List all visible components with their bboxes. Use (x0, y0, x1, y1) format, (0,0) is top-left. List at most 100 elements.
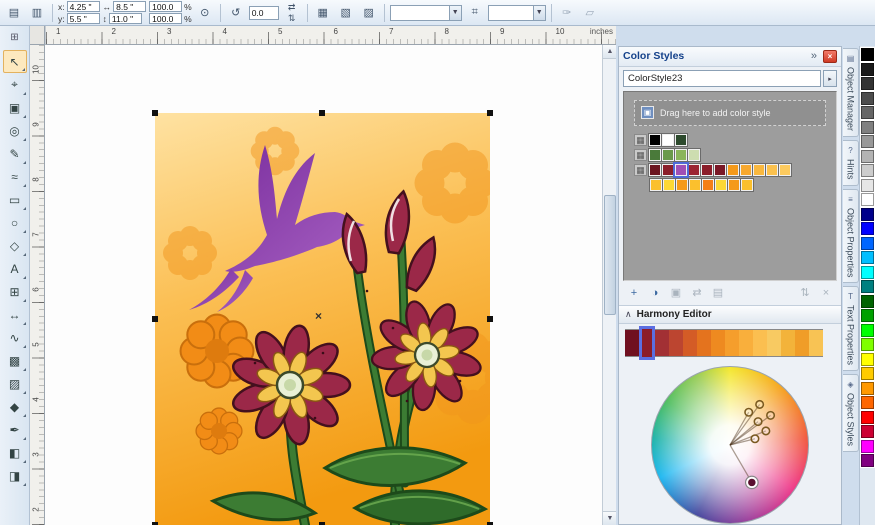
harmony-strip-swatch[interactable] (655, 329, 669, 358)
color-swatch[interactable] (688, 178, 702, 193)
tool-rectangle[interactable]: ▭ (3, 188, 27, 211)
palette-swatch[interactable] (861, 410, 874, 424)
tool-polygon[interactable]: ◇ (3, 234, 27, 257)
palette-swatch[interactable] (861, 425, 874, 438)
palette-swatch[interactable] (861, 236, 874, 250)
group-icon[interactable]: ▨ (359, 3, 379, 23)
harmony-strip-swatch[interactable] (809, 329, 823, 358)
color-swatch[interactable] (726, 163, 740, 178)
color-swatch[interactable] (714, 178, 728, 193)
color-swatch[interactable] (765, 163, 779, 178)
palette-swatch[interactable] (861, 120, 874, 134)
tool-pick[interactable]: ↖ (2, 50, 27, 73)
harmony-strip-swatch[interactable] (753, 329, 767, 358)
palette-swatch[interactable] (861, 323, 874, 337)
units-dropdown[interactable]: ▼ (389, 4, 462, 21)
harmony-strip-swatch[interactable] (697, 329, 711, 358)
palette-swatch[interactable] (861, 106, 874, 119)
x-position-field[interactable]: 4.25 " (66, 1, 100, 12)
palette-swatch[interactable] (861, 367, 874, 380)
drop-zone[interactable]: ▣ Drag here to add color style (634, 99, 826, 126)
harmony-strip-swatch[interactable] (781, 329, 795, 358)
color-swatch[interactable] (674, 148, 688, 163)
order-icon[interactable]: ▧ (336, 3, 356, 23)
palette-swatch[interactable] (861, 178, 874, 192)
palette-swatch[interactable] (861, 338, 874, 351)
grid-setup-icon[interactable]: ⊞ (4, 28, 26, 47)
palette-swatch[interactable] (861, 352, 874, 366)
tool-zoom[interactable]: ◎ (3, 119, 27, 142)
palette-swatch[interactable] (861, 77, 874, 90)
color-swatch[interactable] (675, 178, 689, 193)
color-swatch[interactable] (648, 148, 662, 163)
selection-handle[interactable] (319, 110, 325, 116)
color-swatch[interactable] (673, 162, 689, 179)
folder-icon[interactable]: ▦ (634, 149, 647, 162)
color-swatch[interactable] (648, 133, 662, 148)
color-swatch[interactable] (778, 163, 792, 178)
rotation-angle-field[interactable]: 0.0 (248, 5, 279, 20)
scale-v-field[interactable]: 100.0 (149, 13, 183, 24)
harmony-strip-swatch[interactable] (669, 329, 683, 358)
tool-drop-shadow[interactable]: ▩ (3, 349, 27, 372)
color-swatch[interactable] (661, 163, 675, 178)
palette-swatch[interactable] (861, 222, 874, 235)
horizontal-ruler[interactable]: inches 1 2 3 4 5 6 7 8 9 10 (45, 26, 616, 45)
harmony-strip-swatch[interactable] (739, 329, 753, 358)
color-swatch[interactable] (727, 178, 741, 193)
page-options-icon[interactable]: ▥ (27, 3, 47, 23)
canvas[interactable]: × ▲ ▼ (45, 45, 616, 525)
tool-artistic-media[interactable]: ≈ (3, 165, 27, 188)
palette-swatch[interactable] (861, 251, 874, 264)
wheel-selector-dot[interactable] (753, 417, 763, 427)
palette-swatch[interactable] (861, 454, 874, 467)
harmony-strip-swatch[interactable] (639, 326, 655, 361)
palette-swatch[interactable] (861, 62, 874, 76)
canvas-scrollbar[interactable]: ▲ ▼ (602, 45, 616, 525)
selection-center-mark[interactable]: × (315, 309, 322, 323)
wheel-selector-dot[interactable] (755, 399, 765, 409)
color-swatch[interactable] (700, 163, 714, 178)
snap-to-dropdown[interactable]: ▼ (487, 4, 546, 21)
selection-handle[interactable] (152, 316, 158, 322)
snap-icon[interactable]: ⌗ (465, 3, 485, 23)
color-swatch[interactable] (661, 133, 675, 148)
mirror-vertical-button[interactable]: ⇅ (282, 13, 302, 23)
style-name-options-button[interactable]: ▸ (823, 70, 837, 88)
palette-swatch[interactable] (861, 48, 874, 61)
harmony-strip-swatch[interactable] (767, 329, 781, 358)
tool-transparency[interactable]: ▨ (3, 372, 27, 395)
palette-swatch[interactable] (861, 294, 874, 308)
harmony-editor-header[interactable]: ∧ Harmony Editor (619, 304, 841, 325)
break-link-icon[interactable]: ▤ (709, 284, 727, 302)
tool-eyedropper[interactable]: ◆ (3, 395, 27, 418)
palette-swatch[interactable] (861, 396, 874, 409)
add-color-style-icon[interactable]: + (625, 284, 643, 302)
selection-handle[interactable] (487, 110, 493, 116)
scroll-up-icon[interactable]: ▲ (603, 45, 616, 59)
collapse-section-icon[interactable]: ∧ (625, 309, 632, 320)
delete-style-icon[interactable]: × (817, 284, 835, 302)
palette-swatch[interactable] (861, 309, 874, 322)
harmony-strip-swatch[interactable] (625, 329, 639, 358)
tool-freehand[interactable]: ✎ (3, 142, 27, 165)
options-icon[interactable]: ✑ (557, 3, 577, 23)
color-swatch[interactable] (648, 163, 662, 178)
color-swatch[interactable] (674, 133, 688, 148)
wrap-text-icon[interactable]: ▦ (313, 3, 333, 23)
selection-handle[interactable] (487, 316, 493, 322)
palette-swatch[interactable] (861, 149, 874, 163)
scroll-down-icon[interactable]: ▼ (603, 511, 616, 525)
palette-swatch[interactable] (861, 91, 874, 105)
color-swatch[interactable] (740, 178, 754, 193)
color-swatch[interactable] (701, 178, 715, 193)
wheel-selector-dot[interactable] (761, 426, 771, 436)
new-harmony-icon[interactable]: ◑ (646, 284, 664, 302)
close-docker-button[interactable]: × (823, 49, 837, 63)
color-swatch[interactable] (662, 178, 676, 193)
vertical-ruler[interactable]: 10 9 8 7 6 5 4 3 2 (30, 45, 45, 525)
merge-styles-icon[interactable]: ⇄ (688, 284, 706, 302)
object-height-field[interactable]: 11.0 " (108, 13, 142, 24)
palette-swatch[interactable] (861, 207, 874, 221)
tool-outline-pen[interactable]: ✒ (3, 418, 27, 441)
